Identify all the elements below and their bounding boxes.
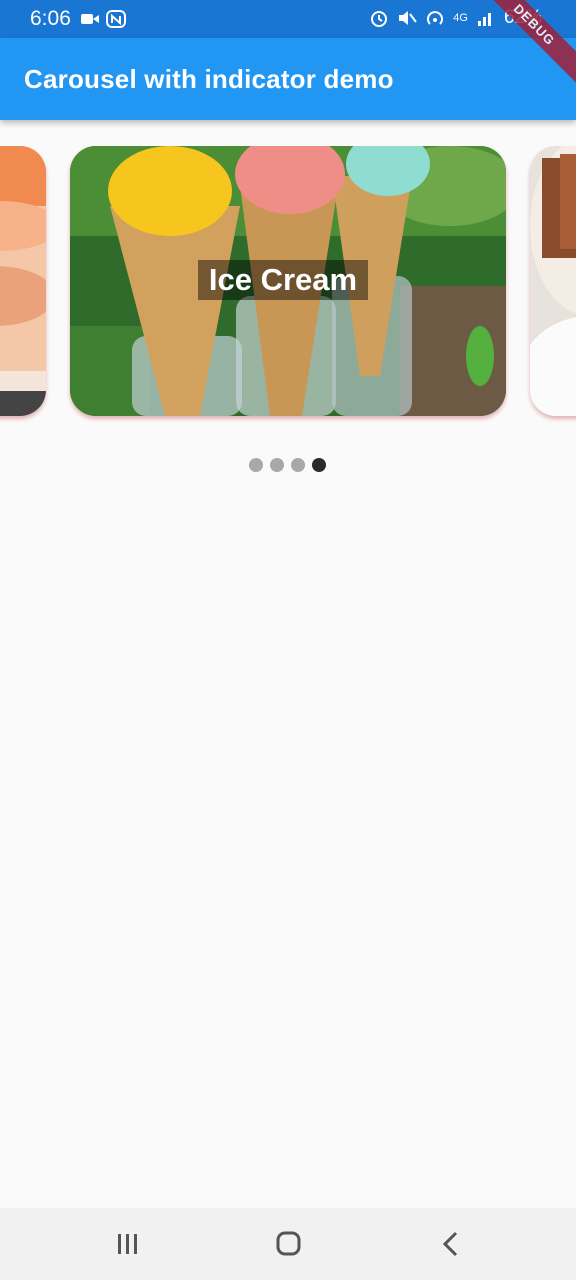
right-partial-slide[interactable]: [530, 146, 576, 416]
recents-icon[interactable]: [108, 1228, 148, 1260]
alarm-icon: [369, 9, 389, 27]
hotspot-icon: [425, 9, 445, 27]
indicator-dot-3[interactable]: [291, 458, 305, 472]
status-time: 6:06: [30, 7, 71, 30]
left-partial-slide[interactable]: [0, 146, 46, 416]
slide-caption: Ice Cream: [198, 260, 368, 300]
network-type: 4G: [453, 12, 468, 24]
back-icon[interactable]: [430, 1228, 470, 1260]
video-camera-icon: [80, 10, 100, 28]
signal-icon: [476, 9, 496, 27]
n-logo-icon: [106, 10, 126, 28]
status-bar: 6:06 4G 62%: [0, 0, 576, 38]
indicator-dot-4-active[interactable]: [312, 458, 326, 472]
indicator-dot-2[interactable]: [270, 458, 284, 472]
right-slide-image: [530, 146, 576, 416]
carousel-indicator: [249, 458, 326, 472]
home-icon[interactable]: [268, 1228, 308, 1260]
status-left-icons: [80, 10, 126, 28]
mute-icon: [397, 9, 418, 27]
carousel[interactable]: Ice Cream: [0, 146, 576, 422]
app-title: Carousel with indicator demo: [24, 64, 394, 94]
indicator-dot-1[interactable]: [249, 458, 263, 472]
navigation-bar: [0, 1208, 576, 1280]
app-bar: Carousel with indicator demo: [0, 38, 576, 120]
left-slide-image: [0, 146, 46, 416]
center-slide[interactable]: Ice Cream: [70, 146, 506, 416]
